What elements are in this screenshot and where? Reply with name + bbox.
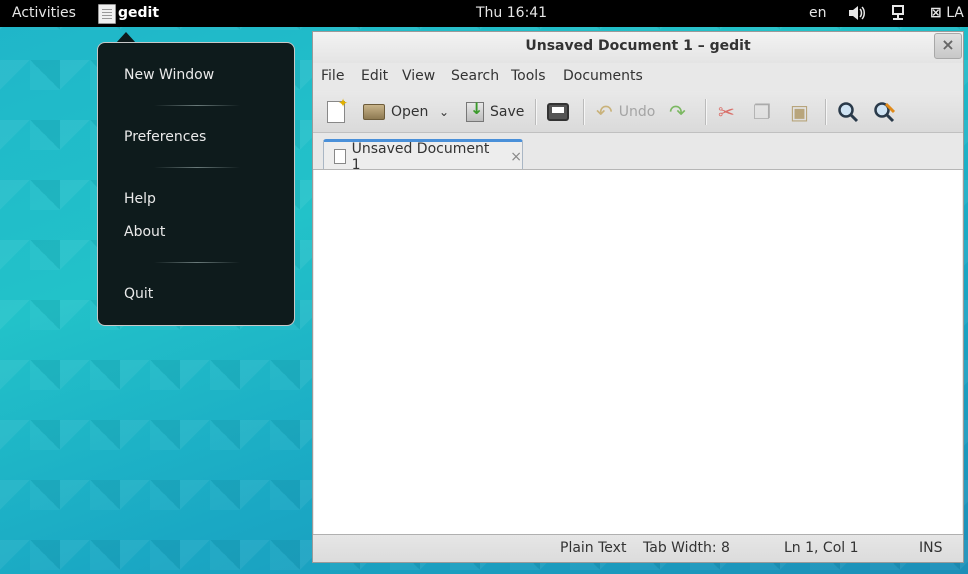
tab-width-selector[interactable]: Tab Width: 8: [643, 540, 730, 556]
open-label: Open: [391, 104, 429, 120]
user-menu[interactable]: ⊠ LA: [930, 0, 964, 27]
chevron-down-icon: ⌄: [439, 105, 450, 119]
menu-item-about[interactable]: About: [124, 224, 165, 240]
app-menu-button[interactable]: gedit: [98, 0, 159, 27]
copy-button[interactable]: ❐: [753, 100, 771, 124]
toolbar-separator: [583, 99, 584, 125]
clock[interactable]: Thu 16:41: [476, 0, 547, 27]
app-name: gedit: [118, 5, 160, 21]
app-menu-popup: New Window Preferences Help About Quit: [97, 42, 295, 326]
top-bar: Activities gedit Thu 16:41 en ⊠ LA: [0, 0, 968, 27]
document-icon: [334, 149, 346, 164]
document-tabs: Unsaved Document 1 ×: [313, 134, 963, 173]
toolbar-separator: [825, 99, 826, 125]
app-icon: [98, 3, 116, 24]
status-bar: Plain Text Tab Width: 8 Ln 1, Col 1 INS: [313, 534, 963, 562]
toolbar: Open ⌄ Save ↶ Undo ↷ ✂ ❐ ▣: [313, 91, 963, 133]
gedit-window: Unsaved Document 1 – gedit × File Edit V…: [312, 31, 964, 563]
undo-label: Undo: [618, 104, 656, 120]
replace-button[interactable]: [873, 100, 897, 124]
new-document-icon: [327, 96, 348, 123]
network-icon[interactable]: [890, 0, 906, 27]
language-indicator[interactable]: en: [809, 0, 827, 27]
search-icon: [838, 102, 859, 123]
open-folder-icon: [363, 104, 385, 120]
window-titlebar[interactable]: Unsaved Document 1 – gedit ×: [313, 32, 963, 63]
menu-separator: [154, 105, 240, 106]
menu-documents[interactable]: Documents: [563, 68, 643, 84]
menu-item-help[interactable]: Help: [124, 191, 156, 207]
save-button[interactable]: Save: [466, 99, 525, 124]
tab-unsaved-document-1[interactable]: Unsaved Document 1 ×: [323, 139, 523, 173]
volume-icon[interactable]: [848, 0, 866, 27]
undo-icon: ↶: [596, 100, 613, 124]
menu-file[interactable]: File: [321, 68, 344, 84]
menu-item-quit[interactable]: Quit: [124, 286, 153, 302]
open-recent-dropdown[interactable]: ⌄: [429, 100, 449, 124]
tab-close-button[interactable]: ×: [510, 149, 522, 165]
paste-icon: ▣: [790, 100, 809, 124]
redo-icon: ↷: [669, 100, 686, 124]
tab-label: Unsaved Document 1: [351, 140, 490, 173]
window-title: Unsaved Document 1 – gedit: [525, 38, 751, 54]
new-document-button[interactable]: [327, 96, 348, 124]
save-label: Save: [490, 104, 525, 120]
user-icon: ⊠: [930, 5, 942, 21]
search-button[interactable]: [837, 100, 859, 124]
cut-button[interactable]: ✂: [718, 100, 735, 124]
menu-edit[interactable]: Edit: [361, 68, 388, 84]
menu-separator: [154, 262, 240, 263]
language-selector[interactable]: Plain Text: [560, 540, 626, 556]
menu-search[interactable]: Search: [451, 68, 499, 84]
cursor-position: Ln 1, Col 1: [784, 540, 859, 556]
redo-button[interactable]: ↷: [669, 100, 686, 124]
toolbar-separator: [535, 99, 536, 125]
menu-item-new-window[interactable]: New Window: [124, 67, 214, 83]
menu-separator: [154, 167, 240, 168]
text-editor[interactable]: [314, 169, 962, 535]
toolbar-separator: [705, 99, 706, 125]
copy-icon: ❐: [753, 100, 771, 124]
paste-button[interactable]: ▣: [790, 100, 809, 124]
cut-icon: ✂: [718, 100, 735, 124]
menu-item-preferences[interactable]: Preferences: [124, 129, 206, 145]
open-button[interactable]: Open: [363, 100, 428, 124]
insert-mode: INS: [919, 540, 943, 556]
user-name: LA: [946, 5, 964, 21]
activities-button[interactable]: Activities: [12, 0, 76, 27]
undo-button[interactable]: ↶ Undo: [596, 100, 655, 124]
print-button[interactable]: [547, 100, 569, 124]
menu-bar: File Edit View Search Tools Documents: [313, 65, 963, 89]
print-icon: [547, 103, 569, 121]
replace-icon: [874, 102, 896, 123]
window-close-button[interactable]: ×: [934, 33, 962, 59]
save-icon: [466, 99, 484, 122]
menu-tools[interactable]: Tools: [511, 68, 546, 84]
menu-view[interactable]: View: [402, 68, 435, 84]
